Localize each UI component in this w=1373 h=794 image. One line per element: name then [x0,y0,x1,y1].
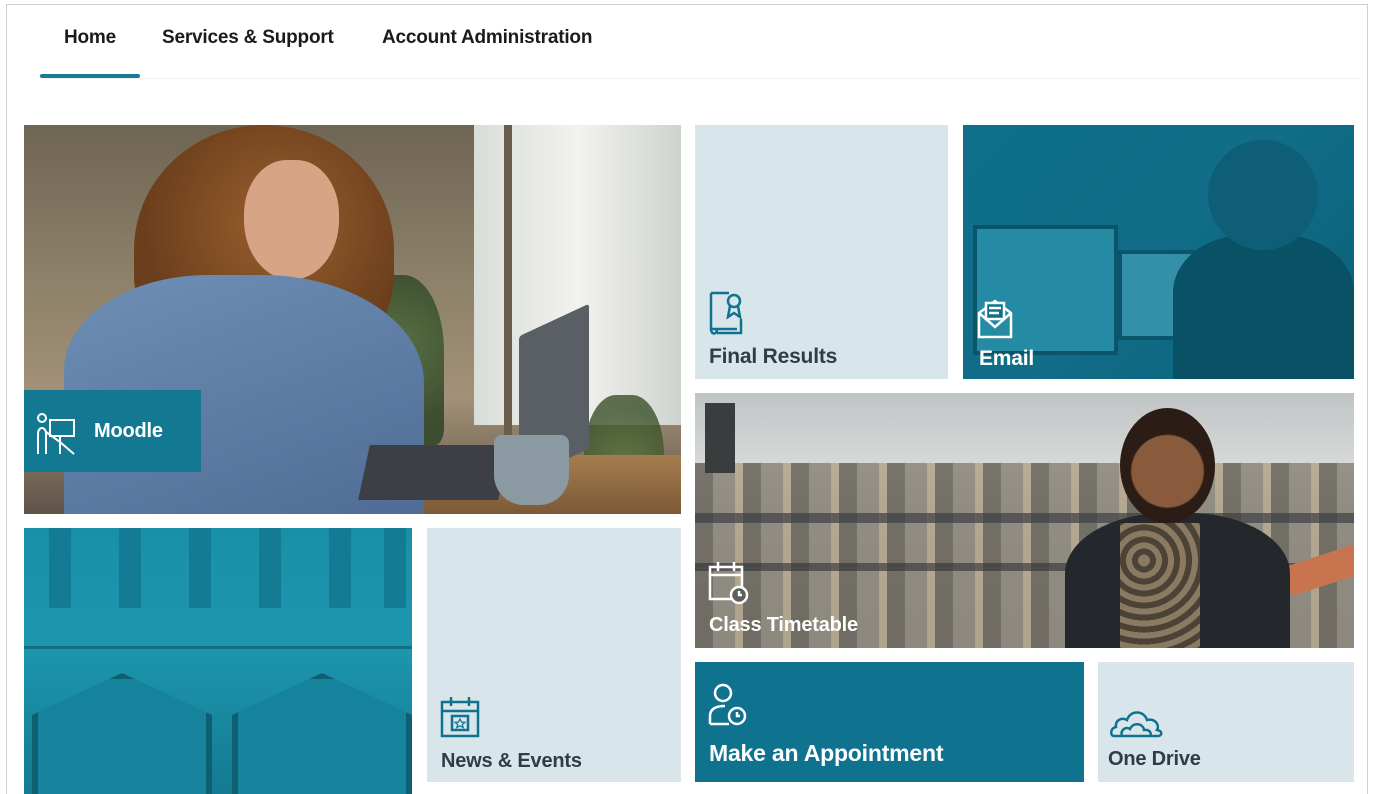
top-nav: Home Services & Support Account Administ… [40,22,630,80]
moodle-tile[interactable]: Moodle [24,125,681,514]
email-label: Email [979,347,1035,370]
calendar-star-icon [440,697,480,738]
one-drive-label: One Drive [1108,748,1201,770]
moodle-label-box: Moodle [24,390,201,472]
nav-divider [40,78,1360,79]
laptop-image [358,445,510,500]
railing-image [695,513,1354,523]
make-appointment-tile[interactable]: Make an Appointment [695,662,1084,782]
one-drive-tile[interactable]: One Drive [1098,662,1354,782]
tab-account-administration[interactable]: Account Administration [370,22,630,78]
student-head-image [1120,408,1215,523]
ceiling-beam-image [384,528,406,608]
ceiling-beam-image [329,528,351,608]
cloud-icon [1110,711,1163,738]
woman-face-image [244,160,339,280]
tower-image [705,403,735,473]
campus-photo-tile[interactable] [24,528,412,794]
teacher-board-icon [37,413,75,455]
moodle-label: Moodle [94,420,163,442]
arch-window-image [32,673,212,794]
certificate-icon [709,291,743,335]
final-results-tile[interactable]: Final Results [695,125,948,379]
ceiling-beam-image [189,528,211,608]
final-results-label: Final Results [709,345,838,368]
email-tile[interactable]: Email [963,125,1354,379]
photo-overlay [963,125,1354,379]
envelope-icon [977,299,1013,339]
class-timetable-tile[interactable]: Class Timetable [695,393,1354,648]
wall-stripe-image [24,646,412,649]
news-events-label: News & Events [441,750,582,772]
arch-window-image [232,673,412,794]
person-clock-icon [708,683,747,726]
tab-services-support[interactable]: Services & Support [140,22,370,78]
class-timetable-label: Class Timetable [709,614,858,636]
student-shirt-image [1120,523,1200,648]
ceiling-beam-image [259,528,281,608]
make-appointment-label: Make an Appointment [709,740,944,766]
news-events-tile[interactable]: News & Events [427,528,681,782]
ceiling-beam-image [119,528,141,608]
tab-home[interactable]: Home [40,22,140,78]
ceiling-beam-image [49,528,71,608]
window-frame [504,125,512,455]
calendar-clock-icon [708,562,749,605]
mug-image [494,435,569,505]
